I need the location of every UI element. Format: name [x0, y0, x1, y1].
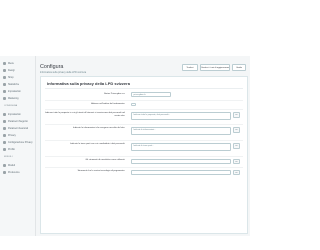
settings-icon: [3, 89, 6, 93]
data-collection-textarea[interactable]: Indicare tutte le proposte, dati persona…: [131, 112, 231, 120]
sidebar-item-config-settings[interactable]: Impostazioni: [3, 111, 36, 117]
sidebar-item-shop[interactable]: Shop: [3, 74, 36, 80]
sidebar-item-settings[interactable]: Impostazioni: [3, 88, 36, 94]
translate-button[interactable]: Traduci: [182, 64, 198, 71]
language-selector[interactable]: en: [233, 159, 240, 164]
sidebar-item-label: Privacy: [8, 133, 16, 137]
menu-icon: [3, 61, 6, 65]
sidebar-item-label: Parametri Avanzati: [8, 126, 29, 130]
sidebar-item-privacy[interactable]: Privacy: [3, 132, 36, 138]
page-title: Configura: [40, 64, 64, 70]
sidebar-section-configure: Configura: [4, 105, 18, 107]
sidebar-item-label: Shop: [8, 75, 14, 79]
stats-icon: [3, 82, 6, 86]
sidebar-item-preferences[interactable]: Preferenze: [3, 169, 36, 175]
sidebar-item-design[interactable]: Design: [3, 67, 36, 73]
row-label: Indicate le terze parti con cui condivid…: [70, 143, 125, 145]
advanced-icon: [3, 126, 6, 130]
sidebar-item-marketing[interactable]: Marketing: [3, 95, 36, 101]
newsletter-input[interactable]: [131, 159, 231, 164]
privacy-icon: [3, 133, 6, 137]
preferences-icon: [3, 170, 6, 174]
language-selector[interactable]: en: [233, 143, 240, 149]
main-content: Configura Informativa sulla privacy dell…: [36, 56, 250, 236]
third-parties-textarea[interactable]: Indicate le terze parti...: [131, 143, 231, 151]
sidebar-item-privacy-config[interactable]: Configurazione Privacy: [3, 139, 36, 145]
shop-params-icon: [3, 119, 6, 123]
sidebar-item-label: Marketing: [8, 96, 19, 100]
privacy-settings-card: Informativa sulla privacy della LPD sviz…: [40, 76, 248, 234]
privacybox-input[interactable]: privacybox.ch: [131, 92, 171, 97]
sidebar-item-label: Preferenze: [8, 170, 20, 174]
language-selector[interactable]: en: [233, 112, 240, 118]
modules-icon: [3, 163, 6, 167]
row-label: Strumenti che la vostra tecnologia di pa…: [77, 170, 125, 172]
row-label: Gli strumenti di newsletter sono utilizz…: [85, 159, 125, 161]
sidebar-item-label: Menu: [8, 61, 14, 65]
manage-updates-button[interactable]: Gestisci i tuoi di aggiornamento: [200, 64, 230, 71]
divider: [45, 88, 243, 89]
row-label: Status Privacybox su:: [103, 93, 125, 95]
divider: [45, 140, 243, 141]
row-label: Indicare tutte le proposte in cui gli ut…: [45, 112, 125, 117]
privacy-config-icon: [3, 140, 6, 144]
admin-sidebar: Menu Design Shop Statistiche Impostazion…: [0, 56, 36, 236]
sidebar-item-label: Profilo: [8, 147, 15, 151]
sidebar-item-advanced[interactable]: Parametri Avanzati: [3, 125, 36, 131]
page-subtitle: Informativa sulla privacy della LPD sviz…: [40, 71, 87, 74]
marketing-icon: [3, 96, 6, 100]
design-icon: [3, 68, 6, 72]
card-title: Informativa sulla privacy della LPD sviz…: [47, 81, 130, 86]
divider: [45, 124, 243, 125]
collected-info-textarea[interactable]: Indicate le informazioni...: [131, 127, 231, 135]
sidebar-item-stats[interactable]: Statistiche: [3, 81, 36, 87]
payment-tools-input[interactable]: [131, 170, 231, 175]
profile-icon: [3, 147, 6, 151]
sidebar-item-shop-params[interactable]: Parametri Negozio: [3, 118, 36, 124]
activate-toggle[interactable]: [131, 103, 136, 106]
divider: [45, 109, 243, 110]
sidebar-item-label: Configurazione Privacy: [8, 140, 33, 144]
sidebar-item-label: Design: [8, 68, 16, 72]
sidebar-item-profile[interactable]: Profilo: [3, 146, 36, 152]
shop-icon: [3, 75, 6, 79]
divider: [45, 156, 243, 157]
row-label: Indicate le informazioni che vengono rac…: [73, 127, 125, 129]
sidebar-item-modules[interactable]: Moduli: [3, 162, 36, 168]
sidebar-item-menu[interactable]: Menu: [3, 60, 36, 66]
sidebar-item-label: Impostazioni: [8, 89, 22, 93]
help-button[interactable]: Guida: [232, 64, 246, 71]
language-selector[interactable]: en: [233, 170, 240, 175]
divider: [45, 167, 243, 168]
sidebar-item-label: Parametri Negozio: [8, 119, 28, 123]
sidebar-item-label: Moduli: [8, 163, 16, 167]
settings-icon: [3, 112, 6, 116]
sidebar-section-modules: Moduli: [4, 156, 13, 158]
sidebar-item-label: Statistiche: [8, 82, 20, 86]
sidebar-item-label: Impostazioni: [8, 112, 22, 116]
language-selector[interactable]: en: [233, 127, 240, 133]
divider: [45, 100, 243, 101]
row-label: Attivare nell'ordine del trattamento:: [91, 103, 125, 105]
